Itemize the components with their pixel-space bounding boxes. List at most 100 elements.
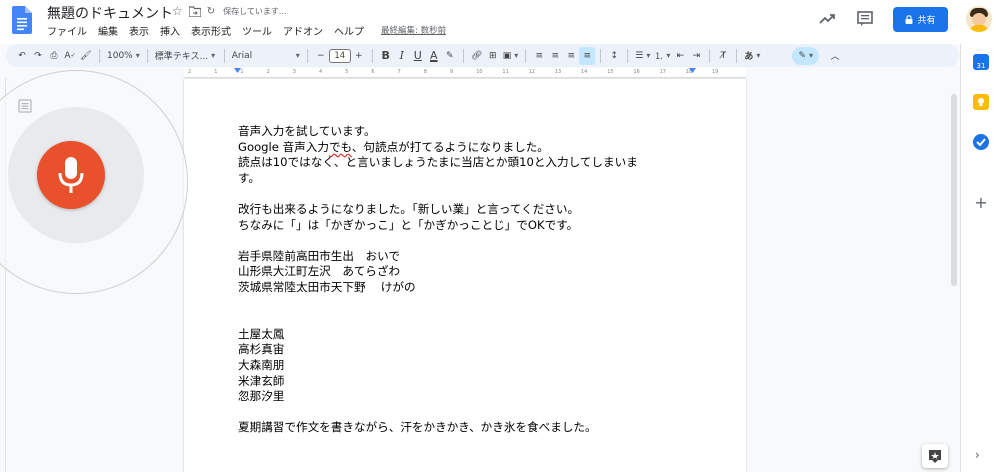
highlight-icon[interactable]: ✎ <box>442 47 458 65</box>
editing-mode-select[interactable]: ✎ ▾ <box>792 46 819 65</box>
italic-button[interactable]: I <box>394 47 410 65</box>
print-icon[interactable]: ⎙ <box>46 47 62 65</box>
avatar[interactable] <box>966 6 992 32</box>
blank-line[interactable] <box>238 233 698 249</box>
ruler-number: 17 <box>659 69 666 75</box>
sync-icon: ↻ <box>206 5 216 17</box>
menu-insert[interactable]: 挿入 <box>160 23 180 38</box>
activity-trend-icon[interactable] <box>817 9 837 29</box>
calendar-icon[interactable]: 31 <box>973 54 989 70</box>
keep-icon[interactable] <box>973 94 989 110</box>
blank-line[interactable] <box>238 186 698 202</box>
lock-icon <box>905 14 913 24</box>
decrease-indent-icon[interactable]: ⇤ <box>672 47 688 65</box>
ruler-number: 4 <box>319 69 323 75</box>
horizontal-ruler[interactable]: 2 1 1 2 3 4 5 6 7 8 9 10 11 12 13 14 15 16 17 18 19 <box>184 68 746 78</box>
comment-history-icon[interactable] <box>855 9 875 29</box>
ruler-number: 5 <box>345 69 349 75</box>
font-select[interactable]: Arial ▾ <box>230 47 302 65</box>
ruler-number: 2 <box>266 69 270 75</box>
document-line[interactable]: ちなみに「」は「かぎかっこ」と「かぎかっことじ」でOKです。 <box>238 218 698 234</box>
zoom-select[interactable]: 100% ▾ <box>105 47 142 65</box>
increase-indent-icon[interactable]: ⇥ <box>688 47 704 65</box>
ruler-number: 13 <box>554 69 562 75</box>
menu-file[interactable]: ファイル <box>47 23 87 38</box>
menu-format[interactable]: 表示形式 <box>191 23 231 38</box>
align-justify-icon[interactable]: ≡ <box>579 46 596 65</box>
ruler-number: 3 <box>292 69 296 75</box>
document-page[interactable]: 音声入力を試しています。 Google 音声入力でも、句読点が打てるようになりまし… <box>184 79 746 472</box>
align-right-icon[interactable]: ≡ <box>563 47 579 65</box>
font-size-increase-button[interactable]: + <box>351 47 367 65</box>
document-line[interactable]: 茨城県常陸太田市天下野 けがの <box>238 280 698 296</box>
document-line[interactable]: Google 音声入力でも、句読点が打てるようになりました。 <box>238 140 698 156</box>
header-bar: 無題のドキュメント ☆ ↻ 保存しています... ファイル 編集 表示 挿入 表… <box>0 0 1000 44</box>
font-size-decrease-button[interactable]: − <box>313 47 329 65</box>
bold-button[interactable]: B <box>378 47 394 65</box>
insert-image-icon[interactable]: ▣ ▾ <box>501 47 521 65</box>
numbered-list-icon[interactable]: ⒈ ▾ <box>652 47 672 65</box>
blank-line[interactable] <box>238 311 698 327</box>
google-docs-window: 無題のドキュメント ☆ ↻ 保存しています... ファイル 編集 表示 挿入 表… <box>0 0 1000 472</box>
blank-line[interactable] <box>238 296 698 312</box>
document-line[interactable]: す。 <box>238 171 698 187</box>
document-line[interactable]: 読点は10ではなく、と言いましょうたまに当店とか頭10と入力してしまいま <box>238 155 698 171</box>
document-line[interactable]: 音声入力を試しています。 <box>238 124 698 140</box>
style-select[interactable]: 標準テキス... ▾ <box>153 47 219 65</box>
ruler-number: 12 <box>528 69 535 75</box>
checklist-icon[interactable]: ☰ ▾ <box>633 47 652 65</box>
share-button[interactable]: 共有 <box>893 6 948 32</box>
document-line[interactable]: 岩手県陸前高田市生出 おいで <box>238 249 698 265</box>
add-addon-icon[interactable]: + <box>973 193 989 212</box>
document-line[interactable]: 夏期講習で作文を書きながら、汗をかきかき、かき氷を食べました。 <box>238 420 698 436</box>
move-folder-icon[interactable] <box>188 5 201 17</box>
blank-line[interactable] <box>238 405 698 421</box>
menu-edit[interactable]: 編集 <box>98 23 118 38</box>
document-line[interactable]: 山形県大江町左沢 あてらざわ <box>238 264 698 280</box>
redo-icon[interactable]: ↷ <box>30 47 46 65</box>
spelling-error[interactable]: でも <box>329 140 352 154</box>
link-icon[interactable]: 🔗︎ <box>469 47 485 65</box>
undo-icon[interactable]: ↶ <box>14 47 30 65</box>
show-side-panel-icon[interactable]: › <box>975 448 980 462</box>
microphone-button[interactable] <box>37 141 105 209</box>
vertical-scrollbar[interactable] <box>950 88 958 472</box>
ruler-number: 15 <box>607 69 614 75</box>
collapse-menus-icon[interactable]: ︿ <box>827 47 843 65</box>
right-indent-marker[interactable] <box>689 68 696 74</box>
clear-formatting-icon[interactable]: T̸ <box>715 47 731 65</box>
underline-button[interactable]: U <box>410 47 426 65</box>
paint-format-icon[interactable]: 🖌︎ <box>78 47 94 65</box>
align-center-icon[interactable]: ≡ <box>547 47 563 65</box>
last-edit-link[interactable]: 最終編集: 数秒前 <box>381 23 446 38</box>
menu-bar: ファイル 編集 表示 挿入 表示形式 ツール アドオン ヘルプ 最終編集: 数秒… <box>47 23 446 38</box>
input-tools-select[interactable]: あ ▾ <box>742 47 762 65</box>
document-line[interactable]: 忽那汐里 <box>238 389 698 405</box>
left-indent-marker[interactable] <box>234 68 241 74</box>
document-line[interactable]: 大森南朋 <box>238 358 698 374</box>
document-title[interactable]: 無題のドキュメント <box>47 3 173 23</box>
explore-button[interactable] <box>922 444 948 468</box>
style-value: 標準テキス... <box>154 52 209 62</box>
text-color-button[interactable]: A <box>426 47 442 65</box>
add-comment-icon[interactable]: ⊞ <box>485 47 501 65</box>
menu-addons[interactable]: アドオン <box>283 23 323 38</box>
document-body[interactable]: 音声入力を試しています。 Google 音声入力でも、句読点が打てるようになりまし… <box>238 124 698 436</box>
document-line[interactable]: 米津玄師 <box>238 374 698 390</box>
share-label: 共有 <box>917 15 936 26</box>
align-left-icon[interactable]: ≡ <box>531 47 547 65</box>
menu-help[interactable]: ヘルプ <box>334 23 364 38</box>
scrollbar-thumb[interactable] <box>951 94 957 286</box>
document-line[interactable]: 土屋太鳳 <box>238 327 698 343</box>
font-size-input[interactable]: 14 <box>328 48 351 63</box>
docs-logo-icon[interactable] <box>12 6 32 34</box>
star-icon[interactable]: ☆ <box>172 4 183 18</box>
document-line[interactable]: 改行も出来るようになりました。「新しい業」と言ってください。 <box>238 202 698 218</box>
document-line[interactable]: 高杉真宙 <box>238 342 698 358</box>
line-spacing-icon[interactable]: ↕ <box>606 47 622 65</box>
ruler-number: 2 <box>188 69 192 75</box>
spellcheck-icon[interactable]: A ✓ <box>62 47 78 65</box>
tasks-icon[interactable] <box>973 134 989 150</box>
menu-view[interactable]: 表示 <box>129 23 149 38</box>
menu-tools[interactable]: ツール <box>242 23 272 38</box>
